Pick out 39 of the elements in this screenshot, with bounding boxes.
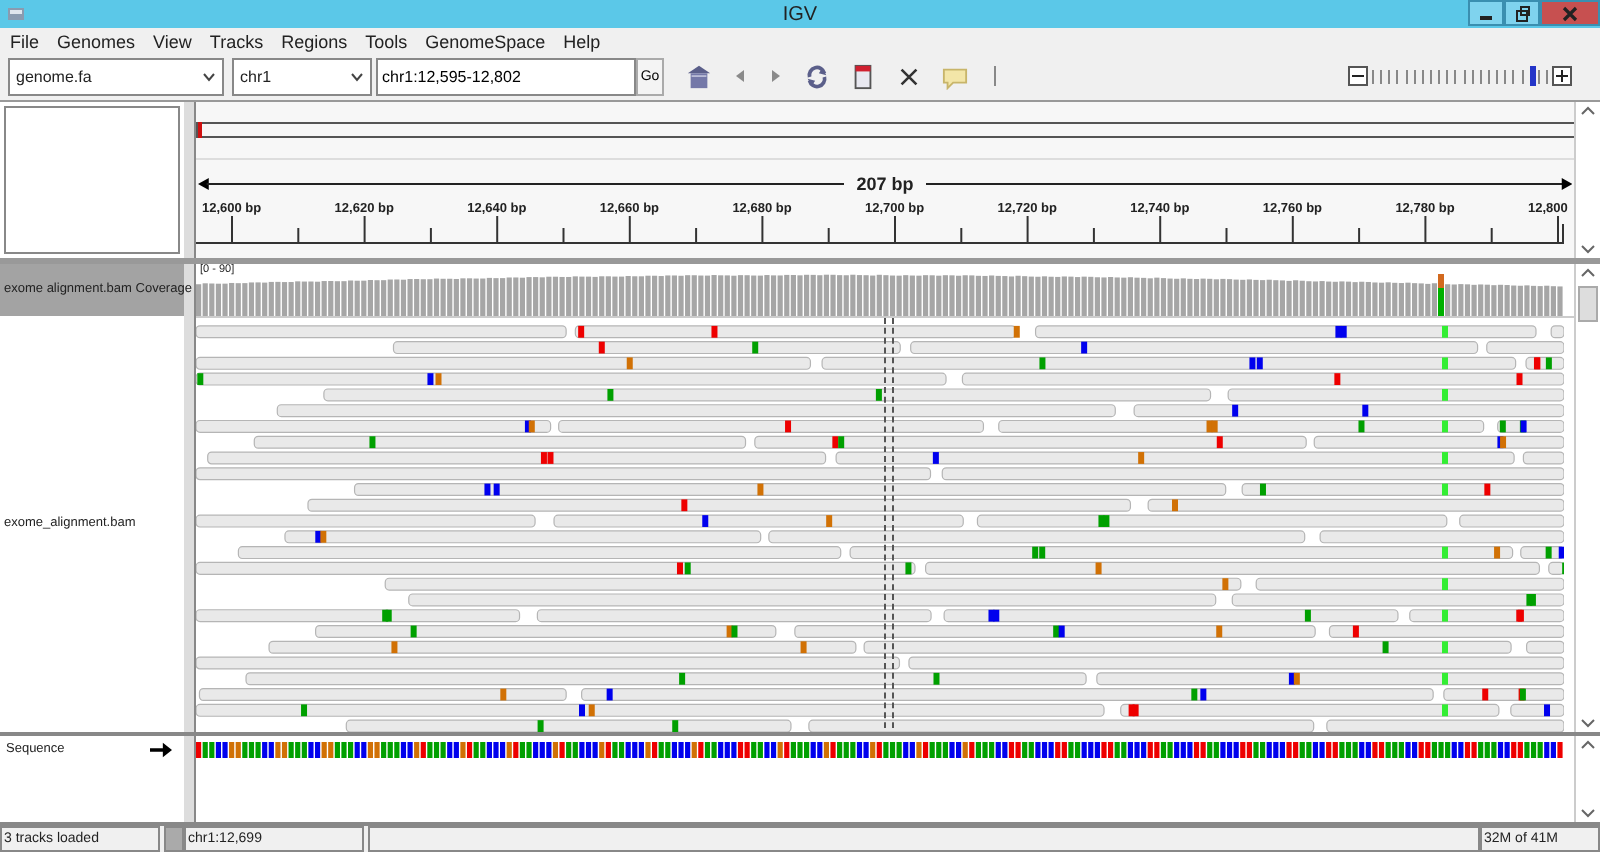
close-button[interactable] (1540, 0, 1600, 26)
scroll-down-icon[interactable] (1580, 239, 1596, 256)
menu-item[interactable]: View (153, 31, 192, 52)
scroll-up-icon[interactable] (1580, 265, 1596, 282)
locus-field[interactable]: chr1:12,595-12,802 (376, 57, 636, 96)
home-icon[interactable] (686, 63, 712, 90)
menu-item[interactable]: File (10, 31, 40, 52)
menu-item[interactable]: Help (563, 31, 601, 52)
genome-dropdown[interactable]: genome.fa (8, 57, 224, 96)
region-icon[interactable] (850, 63, 876, 90)
scrollbar-thumb[interactable] (1578, 285, 1598, 322)
restore-button[interactable] (1504, 0, 1540, 26)
scroll-up-icon[interactable] (1580, 737, 1596, 754)
caret-icon (350, 71, 364, 82)
menu-item[interactable]: Tracks (209, 31, 264, 52)
zoom-out-icon[interactable] (1348, 66, 1368, 87)
restore-icon (1514, 5, 1530, 21)
window-title: IGV (782, 3, 818, 26)
menu-item[interactable]: Tools (365, 31, 408, 52)
scroll-down-icon[interactable] (1580, 803, 1596, 820)
menu-item[interactable]: Regions (281, 31, 348, 52)
close-icon (1562, 5, 1578, 21)
scroll-down-icon[interactable] (1580, 713, 1596, 730)
resize-icon[interactable] (896, 63, 922, 90)
scroll-up-icon[interactable] (1580, 103, 1596, 120)
span-label: 207 bp (856, 173, 914, 194)
strand-arrow-icon[interactable] (150, 741, 172, 758)
chromosome-dropdown[interactable]: chr1 (232, 57, 372, 96)
back-icon[interactable] (732, 68, 748, 85)
zoom-in-icon[interactable] (1552, 66, 1572, 87)
minimize-button[interactable] (1468, 0, 1504, 26)
menu-item[interactable]: GenomeSpace (425, 31, 546, 52)
chromosome-ideogram[interactable] (196, 121, 1574, 138)
menu-item[interactable]: Genomes (57, 31, 136, 52)
zoom-slider[interactable] (1372, 66, 1548, 87)
app-icon (6, 4, 26, 25)
forward-icon[interactable] (768, 68, 784, 85)
caret-icon (202, 71, 216, 82)
refresh-icon[interactable] (804, 63, 830, 90)
